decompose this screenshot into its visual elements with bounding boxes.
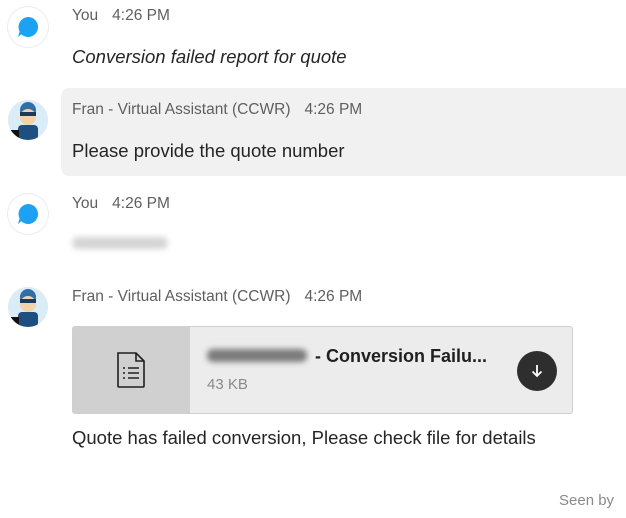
- robot-avatar-icon: ot: [8, 100, 48, 140]
- redacted-file-prefix: [207, 349, 307, 362]
- message-text: Please provide the quote number: [72, 140, 345, 161]
- chat-bubble-icon: [18, 203, 39, 224]
- message-bot-1: ot Fran - Virtual Assistant (CCWR) 4:26 P…: [0, 88, 626, 176]
- sender-name: Fran - Virtual Assistant (CCWR): [72, 101, 291, 118]
- message-text: Conversion failed report for quote: [72, 46, 347, 67]
- svg-text:ot: ot: [9, 320, 16, 327]
- message-time: 4:26 PM: [304, 101, 363, 118]
- message-text: Quote has failed conversion, Please chec…: [72, 427, 536, 448]
- svg-text:ot: ot: [9, 133, 16, 140]
- message-meta: Fran - Virtual Assistant (CCWR) 4:26 PM: [72, 288, 362, 306]
- user-avatar[interactable]: [8, 7, 48, 47]
- seen-status: Seen by: [559, 492, 615, 509]
- message-meta: Fran - Virtual Assistant (CCWR) 4:26 PM: [72, 101, 362, 119]
- sender-name: You: [72, 7, 99, 24]
- file-size: 43 KB: [207, 376, 248, 393]
- sender-name: Fran - Virtual Assistant (CCWR): [72, 288, 291, 305]
- message-time: 4:26 PM: [304, 288, 363, 305]
- file-name: - Conversion Failu...: [315, 346, 488, 366]
- message-time: 4:26 PM: [112, 7, 170, 24]
- file-attachment-card[interactable]: - Conversion Failu... 43 KB: [72, 326, 573, 414]
- download-button[interactable]: [517, 351, 557, 391]
- message-you-1: You 4:26 PM Conversion failed report for …: [0, 0, 626, 80]
- robot-avatar-icon: ot: [8, 287, 48, 327]
- redacted-quote-number: [72, 237, 168, 249]
- user-avatar[interactable]: [8, 194, 48, 234]
- message-meta: You 4:26 PM: [72, 7, 170, 25]
- file-thumbnail: [73, 327, 190, 413]
- document-icon: [117, 352, 145, 388]
- message-meta: You 4:26 PM: [72, 195, 170, 213]
- download-arrow-icon: [531, 365, 543, 378]
- bot-avatar[interactable]: ot: [8, 287, 48, 327]
- sender-name: You: [72, 195, 99, 212]
- chat-bubble-icon: [18, 16, 39, 37]
- message-you-2: You 4:26 PM: [0, 190, 626, 260]
- message-time: 4:26 PM: [112, 195, 170, 212]
- bot-avatar[interactable]: ot: [8, 100, 48, 140]
